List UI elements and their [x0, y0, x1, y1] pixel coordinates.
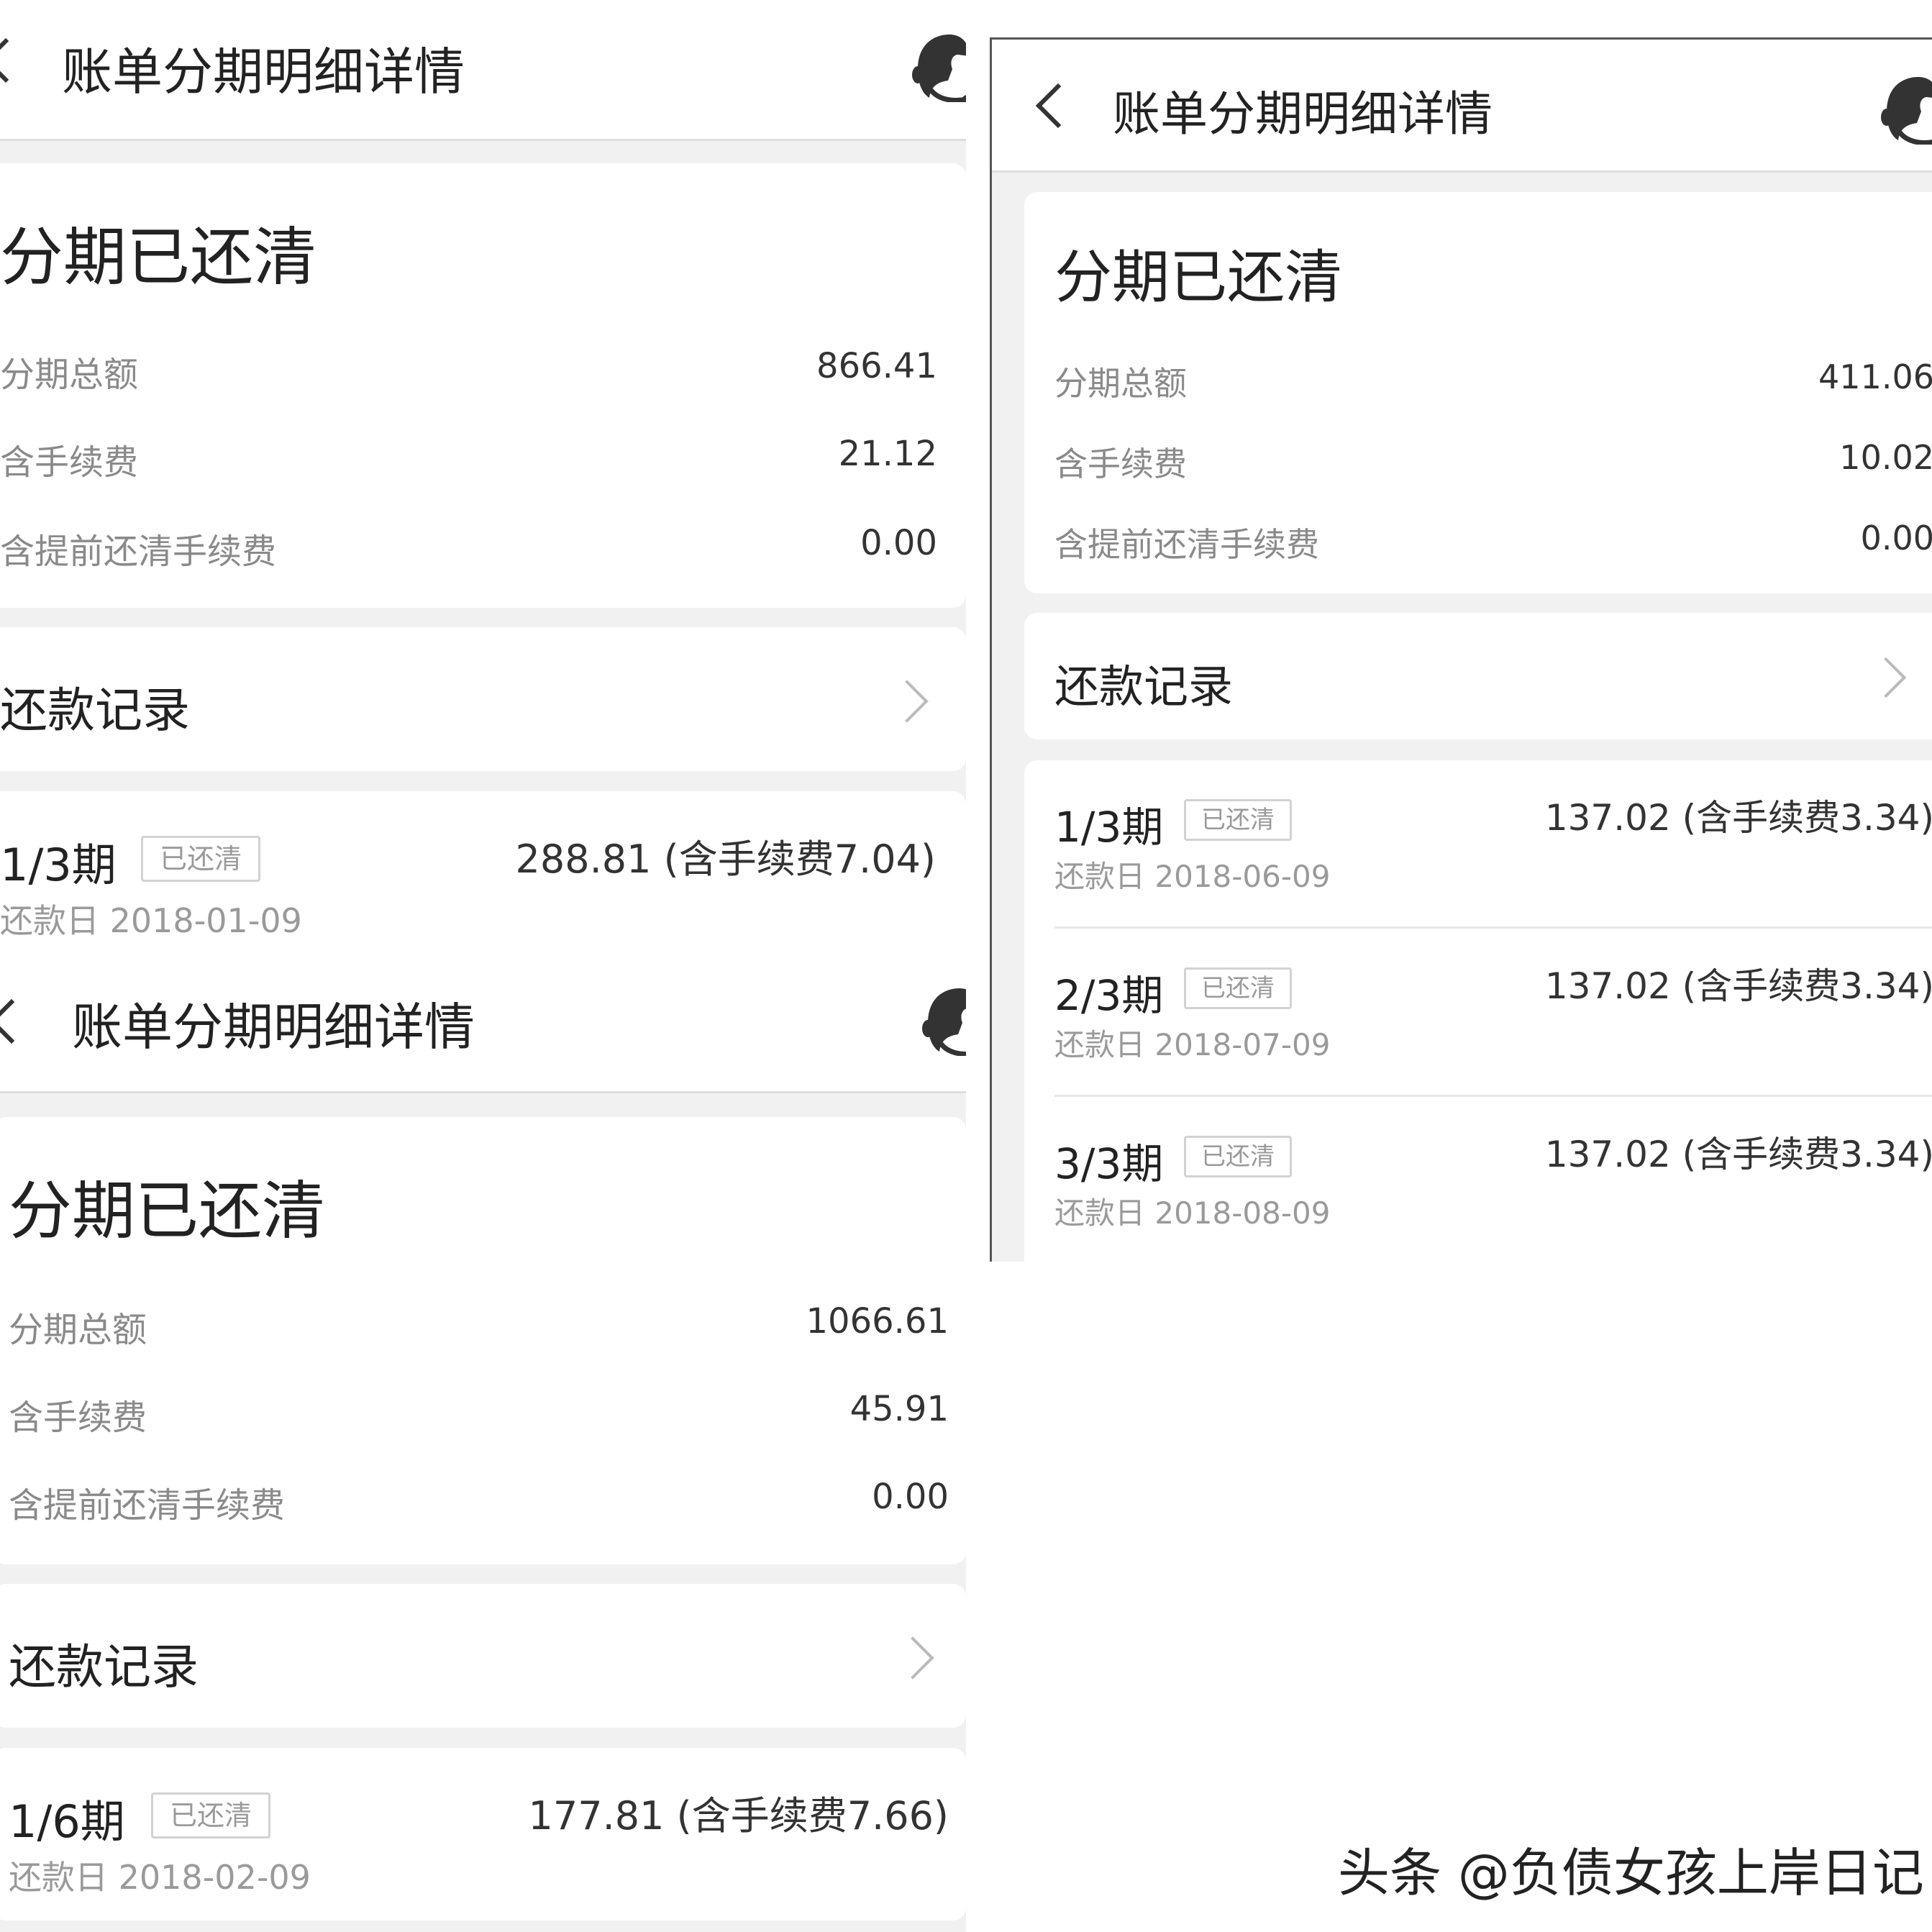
app-header: 账单分期明细详情: [992, 40, 1932, 173]
summary-card: 分期已还清 分期总额 1066.61 含手续费 45.91 含提前还清手续费 0…: [0, 1117, 966, 1564]
installment-period: 2/3期: [1054, 971, 1164, 1020]
due-date: 还款日 2018-06-09: [1054, 859, 1331, 894]
early-fee-label: 含提前还清手续费: [0, 532, 277, 572]
page-title: 账单分期明细详情: [72, 998, 475, 1057]
watermark: 头条 @负债女孩上岸日记: [1338, 1843, 1924, 1903]
repayment-records-label: 还款记录: [9, 1639, 199, 1695]
installment-amount: 137.02 (含手续费3.34): [1544, 797, 1932, 839]
due-date: 还款日 2018-02-09: [9, 1858, 311, 1897]
customer-service-icon[interactable]: [1881, 73, 1932, 145]
due-date: 还款日 2018-08-09: [1054, 1195, 1331, 1231]
due-date: 还款日 2018-01-09: [0, 901, 302, 940]
total-label: 分期总额: [1054, 364, 1187, 403]
installment-amount: 137.02 (含手续费3.34): [1544, 965, 1932, 1007]
status-title: 分期已还清: [1054, 244, 1342, 311]
total-label: 分期总额: [0, 355, 139, 395]
paid-badge: 已还清: [1184, 967, 1292, 1009]
early-fee-value: 0.00: [1860, 519, 1932, 557]
fee-value: 45.91: [849, 1389, 949, 1429]
summary-card: 分期已还清 分期总额 866.41 含手续费 21.12 含提前还清手续费 0.…: [0, 163, 966, 608]
installment-item[interactable]: 3/3期 已还清 137.02 (含手续费3.34) 还款日 2018-08-0…: [1024, 1097, 1932, 1262]
installment-period: 1/3期: [0, 839, 117, 891]
customer-service-icon[interactable]: [912, 30, 966, 102]
repayment-records-label: 还款记录: [0, 683, 190, 738]
chevron-right-icon: [885, 680, 929, 723]
fee-label: 含手续费: [1054, 445, 1187, 483]
installment-item[interactable]: 1/3期 已还清 137.02 (含手续费3.34) 还款日 2018-06-0…: [1024, 760, 1932, 929]
total-label: 分期总额: [9, 1310, 147, 1350]
page-title: 账单分期明细详情: [62, 42, 465, 101]
chevron-left-icon[interactable]: [0, 998, 35, 1044]
chevron-right-icon: [891, 1636, 934, 1680]
screenshot-a: 账单分期明细详情 分期已还清 分期总额 866.41 含手续费 21.12 含提…: [0, 0, 966, 948]
repayment-records-row[interactable]: 还款记录: [0, 1584, 966, 1728]
fee-value: 21.12: [838, 434, 937, 474]
summary-card: 分期已还清 分期总额 411.06 含手续费 10.02 含提前还清手续费 0.…: [1024, 192, 1932, 593]
repayment-records-row[interactable]: 还款记录: [1024, 613, 1932, 739]
installment-amount: 177.81 (含手续费7.66): [528, 1793, 949, 1838]
installment-period: 1/3期: [1054, 803, 1164, 852]
installment-period: 3/3期: [1054, 1139, 1164, 1188]
customer-service-icon[interactable]: [922, 984, 966, 1056]
status-title: 分期已还清: [0, 220, 317, 294]
paid-badge: 已还清: [1184, 799, 1292, 841]
due-date: 还款日 2018-07-09: [1054, 1027, 1331, 1062]
installment-list: 1/3期 已还清 137.02 (含手续费3.34) 还款日 2018-06-0…: [1024, 760, 1932, 1262]
installment-amount: 288.81 (含手续费7.04): [515, 837, 936, 882]
fee-label: 含手续费: [0, 442, 139, 483]
early-fee-label: 含提前还清手续费: [9, 1485, 286, 1526]
status-title: 分期已还清: [9, 1174, 326, 1248]
chevron-right-icon: [1865, 657, 1907, 698]
early-fee-value: 0.00: [872, 1477, 949, 1517]
installment-period: 1/6期: [9, 1795, 125, 1848]
fee-value: 10.02: [1839, 438, 1932, 477]
fee-label: 含手续费: [9, 1398, 147, 1438]
chevron-left-icon[interactable]: [0, 37, 29, 83]
app-header: 账单分期明细详情: [0, 948, 966, 1093]
installment-amount: 137.02 (含手续费3.34): [1544, 1134, 1932, 1175]
early-fee-label: 含提前还清手续费: [1054, 525, 1319, 564]
installment-item[interactable]: 2/3期 已还清 137.02 (含手续费3.34) 还款日 2018-07-0…: [1024, 929, 1932, 1097]
app-header: 账单分期明细详情: [0, 0, 966, 141]
screenshot-b: 账单分期明细详情 分期已还清 分期总额 411.06 含手续费 10.02 含提…: [990, 37, 1932, 1262]
total-value: 866.41: [816, 346, 937, 386]
paid-badge: 已还清: [1184, 1136, 1292, 1177]
installment-list: 1/3期 已还清 288.81 (含手续费7.04) 还款日 2018-01-0…: [0, 791, 966, 948]
chevron-left-icon[interactable]: [1035, 83, 1081, 129]
screenshot-c: 账单分期明细详情 分期已还清 分期总额 1066.61 含手续费 45.91 含…: [0, 948, 966, 1932]
early-fee-value: 0.00: [860, 523, 937, 563]
total-value: 1066.61: [806, 1301, 949, 1341]
installment-list: 1/6期 已还清 177.81 (含手续费7.66) 还款日 2018-02-0…: [0, 1748, 966, 1920]
repayment-records-label: 还款记录: [1054, 660, 1234, 713]
page-title: 账单分期明细详情: [1113, 86, 1493, 142]
repayment-records-row[interactable]: 还款记录: [0, 627, 966, 771]
total-value: 411.06: [1818, 357, 1932, 396]
paid-badge: 已还清: [141, 836, 260, 882]
paid-badge: 已还清: [151, 1792, 270, 1838]
